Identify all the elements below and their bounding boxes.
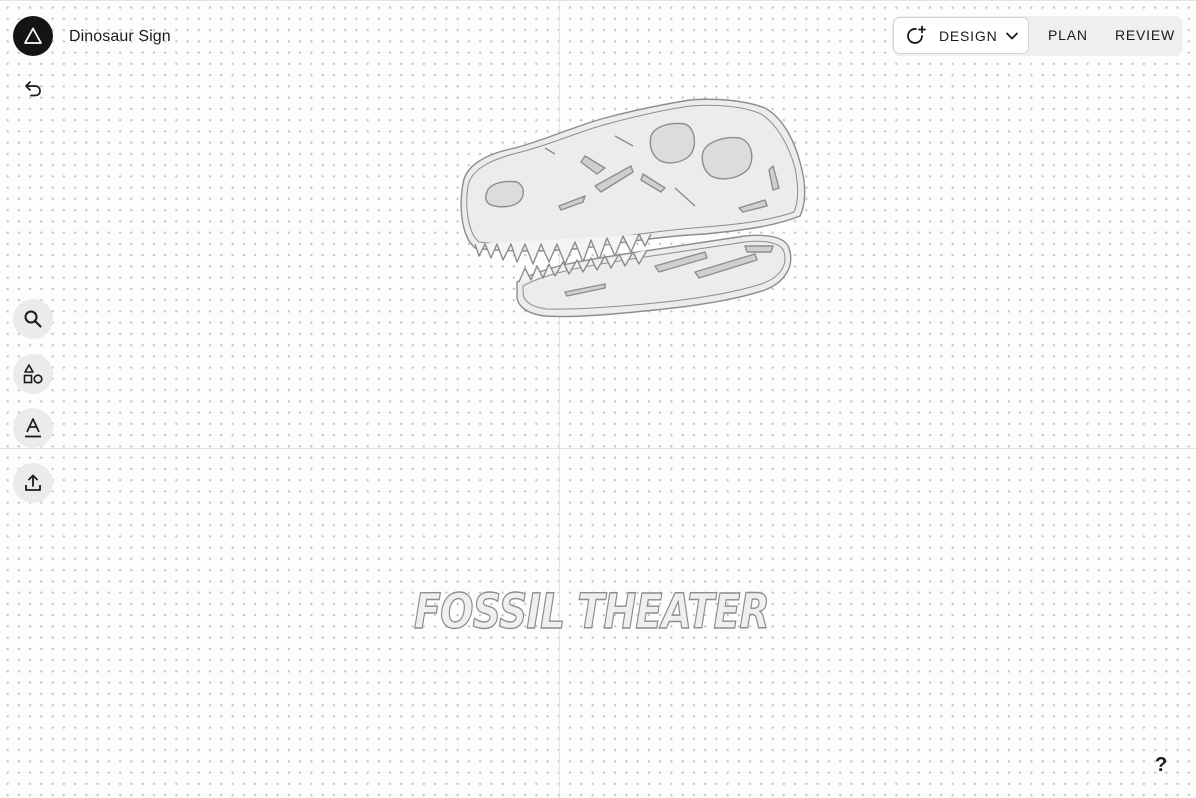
undo-button[interactable] [21, 76, 45, 100]
app-logo-button[interactable] [13, 16, 53, 56]
mode-plan-tab[interactable]: PLAN [1048, 27, 1088, 43]
upload-icon [25, 474, 41, 491]
upload-tool-button[interactable] [13, 463, 53, 503]
text-icon [25, 418, 41, 438]
design-canvas[interactable]: FOSSIL THEATER [0, 0, 1196, 798]
search-icon [24, 310, 42, 328]
sign-text-fossil-theater[interactable]: FOSSIL THEATER [413, 583, 770, 640]
horizontal-center-guide [0, 448, 1196, 449]
help-button[interactable]: ? [1155, 754, 1167, 777]
t-rex-skull-artwork[interactable] [455, 96, 815, 326]
mode-design-label: DESIGN [939, 28, 998, 44]
chevron-down-icon [1006, 32, 1018, 40]
triangle-logo-icon [24, 27, 42, 44]
shapes-icon [23, 364, 43, 384]
canvas-top-border [0, 0, 1196, 1]
shapes-tool-button[interactable] [13, 354, 53, 394]
refresh-add-icon [907, 25, 926, 44]
text-tool-button[interactable] [13, 408, 53, 448]
search-tool-button[interactable] [13, 299, 53, 339]
undo-icon [25, 81, 41, 97]
mode-design-dropdown[interactable]: DESIGN [893, 17, 1029, 54]
project-title[interactable]: Dinosaur Sign [69, 28, 171, 46]
mode-review-tab[interactable]: REVIEW [1115, 27, 1175, 43]
